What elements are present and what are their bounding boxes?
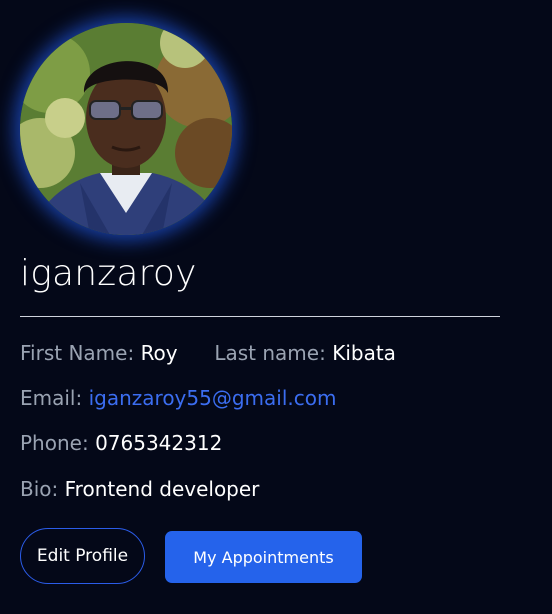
first-name-value: Roy bbox=[140, 341, 178, 365]
bio-value: Frontend developer bbox=[64, 477, 260, 501]
edit-profile-button[interactable]: Edit Profile bbox=[20, 528, 145, 584]
phone-row: Phone: 0765342312 bbox=[20, 431, 222, 455]
name-row: First Name: Roy Last name: Kibata bbox=[20, 341, 396, 365]
phone-label: Phone: bbox=[20, 431, 89, 455]
bio-row: Bio: Frontend developer bbox=[20, 477, 259, 501]
username-heading: iganzaroy bbox=[20, 253, 197, 294]
last-name-value: Kibata bbox=[332, 341, 396, 365]
avatar bbox=[20, 23, 232, 235]
last-name-label: Last name: bbox=[214, 341, 326, 365]
email-link[interactable]: iganzaroy55@gmail.com bbox=[89, 386, 337, 410]
phone-value: 0765342312 bbox=[95, 431, 223, 455]
bio-label: Bio: bbox=[20, 477, 59, 501]
first-name-label: First Name: bbox=[20, 341, 135, 365]
my-appointments-button[interactable]: My Appointments bbox=[165, 531, 362, 583]
user-photo-icon bbox=[20, 23, 232, 235]
email-label: Email: bbox=[20, 386, 83, 410]
profile-page: iganzaroy First Name: Roy Last name: Kib… bbox=[0, 0, 552, 614]
email-row: Email: iganzaroy55@gmail.com bbox=[20, 386, 336, 410]
divider bbox=[20, 316, 500, 317]
